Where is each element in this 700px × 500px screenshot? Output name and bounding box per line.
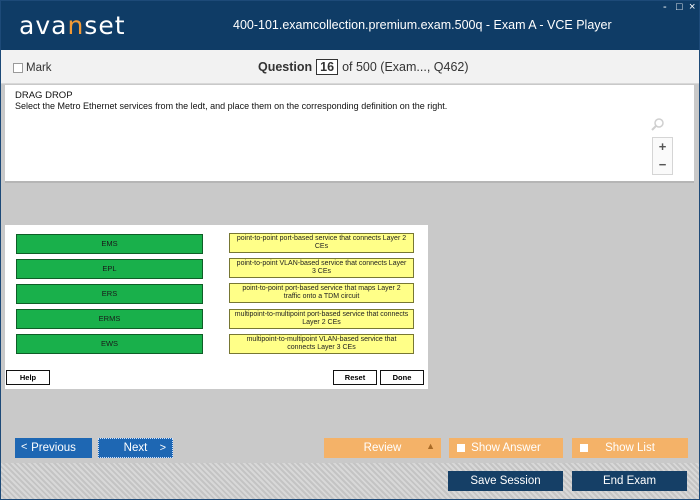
question-count: of 500 (Exam..., Q462) — [342, 60, 469, 74]
zoom-controls: + − — [652, 137, 673, 175]
definition-target[interactable]: point-to-point VLAN-based service that c… — [229, 258, 414, 278]
window-title: 400-101.examcollection.premium.exam.500q… — [233, 18, 612, 32]
review-label: Review — [363, 442, 402, 454]
footer-bar: Save Session End Exam — [1, 463, 699, 499]
drag-drop-exhibit: EMS EPL ERS ERMS EWS point-to-point port… — [5, 225, 428, 389]
mark-checkbox[interactable]: Mark — [13, 62, 52, 74]
zoom-in-button[interactable]: + — [653, 138, 672, 156]
show-answer-label: Show Answer — [471, 442, 541, 454]
zoom-out-button[interactable]: − — [653, 156, 672, 174]
chevron-right-icon: > — [159, 442, 166, 454]
checkbox-icon — [580, 444, 588, 452]
next-button[interactable]: Next > — [98, 438, 173, 458]
definition-target[interactable]: multipoint-to-multipoint port-based serv… — [229, 309, 414, 329]
show-answer-button[interactable]: Show Answer — [449, 438, 563, 458]
title-bar: avanset 400-101.examcollection.premium.e… — [1, 1, 699, 50]
question-panel: DRAG DROP Select the Metro Ethernet serv… — [5, 85, 694, 183]
service-item-erms[interactable]: ERMS — [16, 309, 203, 329]
question-bar: Mark Question 16 of 500 (Exam..., Q462) — [1, 50, 699, 84]
reset-button[interactable]: Reset — [333, 370, 377, 385]
question-type: DRAG DROP — [15, 90, 73, 101]
mark-label: Mark — [26, 62, 52, 74]
service-item-ems[interactable]: EMS — [16, 234, 203, 254]
show-list-label: Show List — [605, 442, 655, 454]
show-list-button[interactable]: Show List — [572, 438, 688, 458]
save-session-button[interactable]: Save Session — [448, 471, 563, 491]
magnifier-icon — [650, 118, 668, 132]
definition-target[interactable]: point-to-point port-based service that c… — [229, 233, 414, 253]
previous-label: Previous — [31, 442, 76, 454]
vce-player-window: avanset 400-101.examcollection.premium.e… — [0, 0, 700, 500]
checkbox-icon — [13, 63, 23, 73]
maximize-icon[interactable]: □ — [676, 2, 683, 13]
question-number-input[interactable]: 16 — [316, 59, 339, 75]
question-indicator: Question 16 of 500 (Exam..., Q462) — [258, 59, 469, 75]
definition-target[interactable]: point-to-point port-based service that m… — [229, 283, 414, 303]
question-text: Select the Metro Ethernet services from … — [15, 101, 448, 111]
service-item-epl[interactable]: EPL — [16, 259, 203, 279]
service-item-ers[interactable]: ERS — [16, 284, 203, 304]
next-label: Next — [123, 442, 148, 454]
close-icon[interactable]: × — [689, 2, 695, 13]
help-button[interactable]: Help — [6, 370, 50, 385]
done-button[interactable]: Done — [380, 370, 424, 385]
checkbox-icon — [457, 444, 465, 452]
end-exam-button[interactable]: End Exam — [572, 471, 687, 491]
question-label: Question — [258, 60, 313, 74]
triangle-up-icon: ▲ — [426, 441, 435, 451]
previous-button[interactable]: < Previous — [15, 438, 92, 458]
avanset-logo: avanset — [19, 11, 126, 40]
definition-target[interactable]: multipoint-to-multipoint VLAN-based serv… — [229, 334, 414, 354]
minimize-icon[interactable]: - — [663, 2, 667, 13]
chevron-left-icon: < — [21, 441, 28, 453]
service-item-ews[interactable]: EWS — [16, 334, 203, 354]
review-button[interactable]: Review ▲ — [324, 438, 441, 458]
